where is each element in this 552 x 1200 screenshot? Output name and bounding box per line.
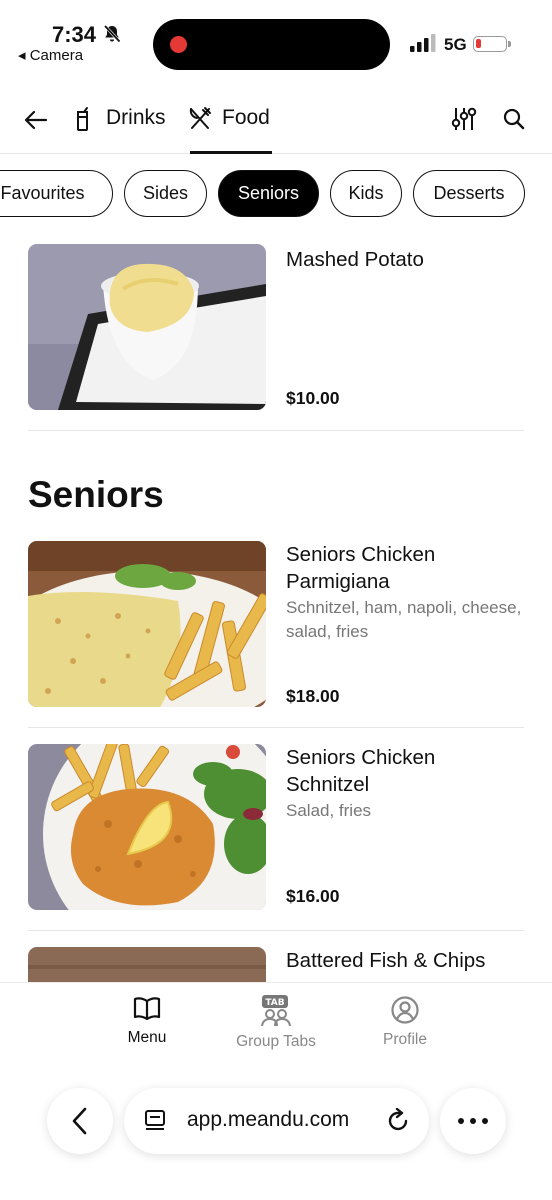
muted-bell-icon [103, 24, 121, 43]
item-name: Mashed Potato [286, 248, 424, 271]
active-tab-underline [190, 151, 272, 154]
section-title-seniors: Seniors [28, 474, 164, 515]
recording-indicator-icon [170, 36, 187, 53]
menu-book-icon [133, 997, 161, 1021]
menu-item-seniors-chicken-parmigiana[interactable]: Seniors Chicken Parmigiana Schnitzel, ha… [28, 541, 524, 711]
chip-sides[interactable]: Sides [124, 170, 207, 217]
chip-favourites[interactable]: Favourites [0, 170, 113, 217]
divider [28, 430, 524, 431]
item-price: $18.00 [286, 686, 340, 706]
url-text: app.meandu.com [187, 1108, 350, 1131]
tab-drinks[interactable]: Drinks [72, 96, 166, 154]
tab-profile-label: Profile [383, 1031, 427, 1048]
chevron-left-icon [72, 1107, 87, 1135]
tab-group-tabs-label: Group Tabs [236, 1033, 316, 1050]
top-nav: Drinks Food [0, 86, 552, 154]
tab-group-tabs[interactable]: TAB Group Tabs [211, 995, 341, 1051]
reload-icon[interactable] [386, 1108, 412, 1134]
chip-seniors[interactable]: Seniors [218, 170, 319, 217]
utensils-icon [189, 107, 211, 129]
divider [28, 930, 524, 931]
item-description: Schnitzel, ham, napoli, cheese, salad, f… [286, 598, 522, 641]
item-name: Battered Fish & Chips [286, 949, 486, 972]
page-menu-icon[interactable] [144, 1109, 168, 1133]
tab-drinks-label: Drinks [106, 106, 166, 129]
search-icon[interactable] [500, 105, 528, 133]
tab-profile[interactable]: Profile [340, 995, 470, 1049]
menu-item-mashed-potato[interactable]: Mashed Potato $10.00 [28, 244, 524, 414]
item-photo [28, 541, 266, 707]
chip-desserts[interactable]: Desserts [413, 170, 525, 217]
network-type: 5G [444, 35, 467, 54]
item-price: $10.00 [286, 388, 340, 408]
back-to-camera-link[interactable]: ◂ Camera [18, 46, 83, 64]
menu-item-battered-fish-chips[interactable]: Battered Fish & Chips [28, 947, 524, 1007]
drink-icon [77, 107, 88, 131]
back-arrow-icon[interactable] [22, 106, 50, 134]
filter-icon[interactable] [450, 105, 478, 133]
divider [28, 727, 524, 728]
item-description: Salad, fries [286, 801, 372, 820]
tab-menu[interactable]: Menu [82, 995, 212, 1047]
tab-food-label: Food [222, 106, 270, 129]
tab-menu-label: Menu [127, 1029, 167, 1046]
more-options-button[interactable] [440, 1088, 506, 1154]
browser-back-button[interactable] [47, 1088, 113, 1154]
dynamic-island [153, 19, 390, 70]
group-tabs-badge: TAB [265, 998, 284, 1008]
chip-kids[interactable]: Kids [330, 170, 402, 217]
ellipsis-icon [458, 1118, 488, 1124]
category-chips: Favourites Sides Seniors Kids Desserts [0, 170, 552, 218]
item-price: $16.00 [286, 886, 340, 906]
battery-icon [473, 36, 511, 52]
item-name: Seniors Chicken Parmigiana [286, 543, 436, 593]
address-bar[interactable]: app.meandu.com [124, 1088, 429, 1154]
signal-icon [410, 34, 436, 52]
status-bar: 7:34 ◂ Camera 5G [0, 0, 552, 80]
group-tabs-icon: TAB [261, 995, 291, 1027]
clock: 7:34 [52, 22, 97, 47]
item-photo [28, 744, 266, 910]
item-name: Seniors Chicken Schnitzel [286, 746, 436, 796]
menu-item-seniors-chicken-schnitzel[interactable]: Seniors Chicken Schnitzel Salad, fries $… [28, 744, 524, 914]
item-photo [28, 244, 266, 410]
profile-icon [391, 996, 419, 1024]
tab-food[interactable]: Food [188, 96, 272, 154]
